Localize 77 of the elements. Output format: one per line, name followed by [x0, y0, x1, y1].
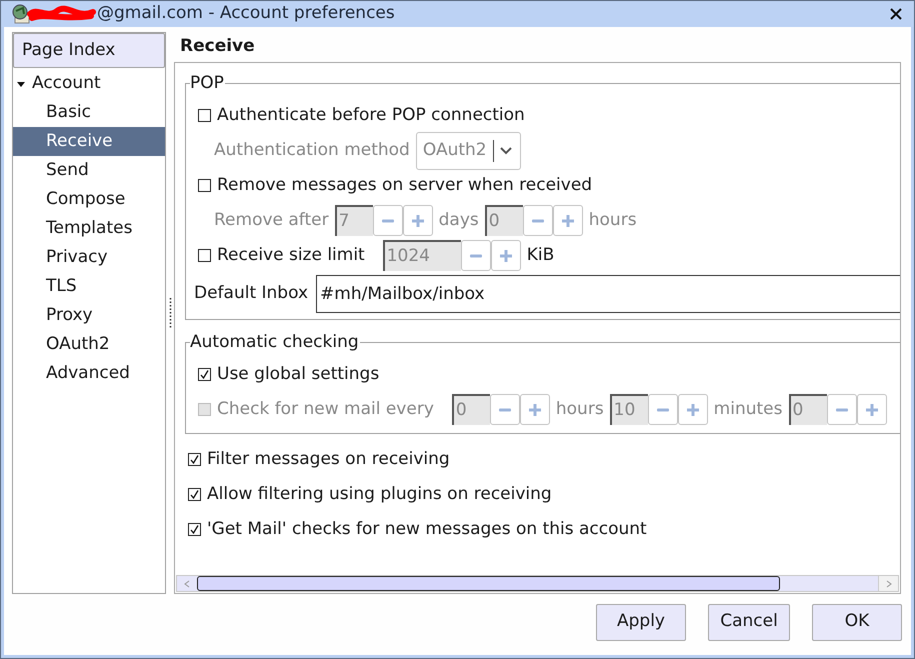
minus-icon [382, 218, 394, 222]
checkbox-label: Receive size limit [217, 244, 365, 267]
checkbox-option[interactable]: Use global settings [198, 362, 380, 388]
plus-icon [528, 404, 541, 416]
column-header[interactable]: Page Index [13, 33, 165, 68]
checkbox[interactable] [198, 368, 211, 381]
scrollbar-thumb[interactable] [197, 576, 780, 591]
increment-button[interactable] [520, 394, 550, 425]
increment-button[interactable] [490, 240, 521, 271]
inbox-field[interactable]: #mh/Mailbox/inbox [316, 275, 900, 313]
field-label: Remove after [214, 208, 329, 232]
tree-item[interactable]: Receive [13, 127, 165, 156]
field-label: KiB [526, 244, 554, 267]
increment-button[interactable] [402, 205, 433, 236]
decrement-button[interactable] [490, 394, 520, 425]
field-label: Authentication method [214, 138, 410, 162]
window-title: @gmail.com - Account preferences [97, 2, 395, 26]
tree-item[interactable]: Send [13, 156, 165, 185]
field-label: hours [588, 208, 637, 232]
tree-item[interactable]: OAuth2 [13, 330, 165, 359]
minus-icon [656, 408, 669, 412]
decrement-button[interactable] [460, 240, 491, 271]
checkbox-label: 'Get Mail' checks for new messages on this account [207, 518, 647, 541]
checkbox[interactable] [198, 179, 211, 192]
tree-item[interactable]: Privacy [13, 243, 165, 272]
checkbox[interactable] [188, 523, 201, 536]
pane-grip-icon[interactable] [168, 298, 172, 328]
tree-item[interactable]: Advanced [13, 359, 165, 388]
field-label: Default Inbox [194, 282, 308, 306]
tree-item[interactable]: Basic [13, 98, 165, 127]
page-title: Receive [180, 35, 255, 58]
decrement-button[interactable] [372, 205, 403, 236]
field-label: minutes [714, 398, 782, 421]
scroll-left-icon[interactable] [184, 580, 190, 588]
scroll-right-icon[interactable] [886, 580, 892, 588]
horizontal-scrollbar[interactable] [176, 575, 899, 592]
checkbox-option[interactable]: Receive size limit [198, 242, 365, 268]
decrement-button[interactable] [522, 205, 553, 236]
minus-icon [498, 408, 511, 412]
checkbox[interactable] [198, 109, 211, 122]
increment-button[interactable] [552, 205, 583, 236]
increment-button[interactable] [678, 394, 708, 425]
tree-item[interactable]: Proxy [13, 301, 165, 330]
checkbox[interactable] [198, 249, 211, 262]
plus-icon [500, 250, 512, 262]
checkbox-option[interactable]: Filter messages on receiving [188, 442, 900, 477]
close-button[interactable] [890, 7, 904, 21]
decrement-button[interactable] [826, 394, 856, 425]
minus-icon [836, 408, 848, 412]
checkbox-label: Use global settings [217, 362, 380, 386]
plus-icon [562, 214, 574, 226]
tree-item[interactable]: TLS [13, 272, 165, 301]
minus-icon [532, 218, 544, 222]
checkbox-option[interactable]: Allow filtering using plugins on receiving [188, 477, 900, 512]
scribble-icon [27, 5, 97, 23]
checkbox-option[interactable]: 'Get Mail' checks for new messages on this account [188, 512, 900, 547]
chevron-down-icon [500, 146, 512, 154]
tree-item[interactable]: Templates [13, 214, 165, 243]
plus-icon [866, 404, 878, 416]
dialog-button[interactable]: OK [812, 604, 902, 640]
checkbox[interactable] [188, 488, 201, 501]
plus-icon [412, 214, 424, 226]
checkbox-label: Allow filtering using plugins on receiving [207, 482, 552, 506]
checkbox[interactable] [188, 453, 201, 466]
increment-button[interactable] [856, 394, 886, 425]
checkbox-label: Check for new mail every [217, 398, 434, 421]
field-label: hours [556, 398, 604, 421]
tree-item[interactable]: Account [13, 69, 165, 98]
decrement-button[interactable] [648, 394, 678, 425]
tree-item[interactable]: Compose [13, 185, 165, 214]
dialog-button[interactable]: Cancel [708, 604, 790, 640]
minus-icon [470, 254, 482, 258]
checkbox-label: Filter messages on receiving [207, 448, 450, 471]
plus-icon [686, 404, 699, 416]
close-icon [890, 8, 902, 20]
dialog-button[interactable]: Apply [596, 604, 686, 640]
field-label: days [438, 208, 479, 232]
